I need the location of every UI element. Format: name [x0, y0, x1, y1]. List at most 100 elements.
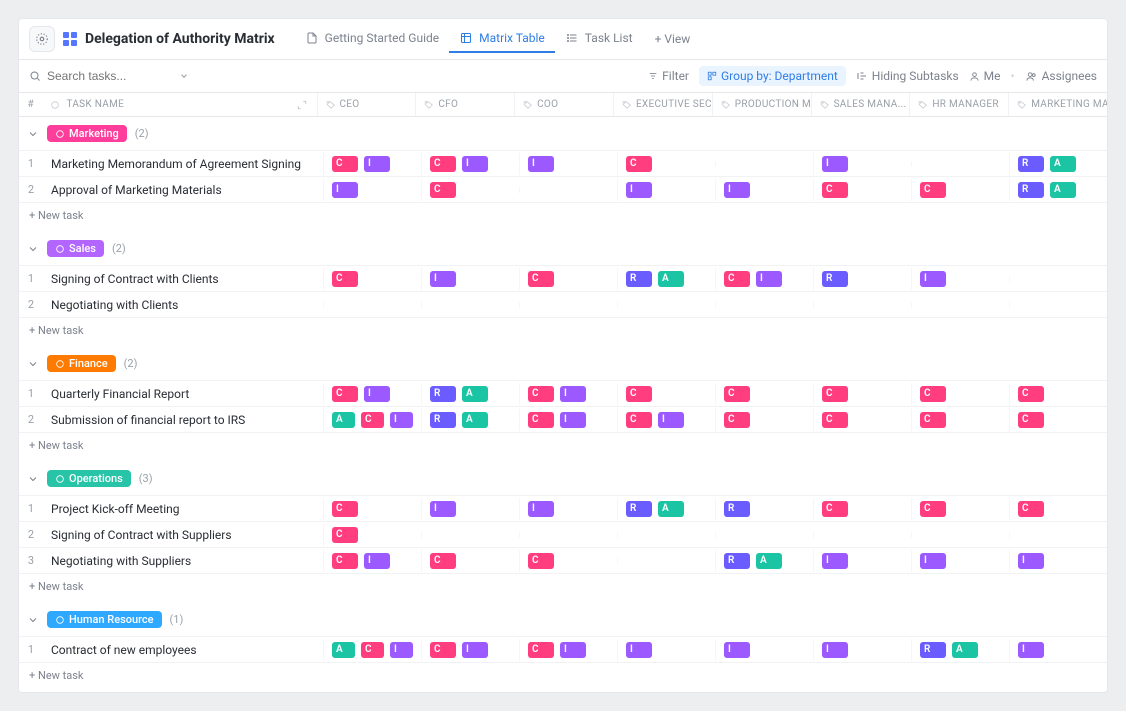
column-task-name[interactable]: TASK NAME	[42, 93, 316, 116]
raci-cell[interactable]: RA	[911, 639, 1009, 661]
task-name-cell[interactable]: Signing of Contract with Suppliers	[43, 524, 323, 546]
tab-getting-started-guide[interactable]: Getting Started Guide	[295, 25, 449, 53]
raci-cell[interactable]: C	[519, 268, 617, 290]
raci-chip-r[interactable]: R	[430, 412, 456, 428]
raci-chip-c[interactable]: C	[430, 642, 456, 658]
raci-chip-r[interactable]: R	[626, 271, 652, 287]
search-box[interactable]	[29, 69, 638, 83]
raci-chip-c[interactable]: C	[822, 182, 848, 198]
group-tag[interactable]: Sales	[47, 240, 104, 257]
raci-cell[interactable]: I	[1009, 550, 1107, 572]
raci-chip-i[interactable]: I	[822, 156, 848, 172]
raci-chip-i[interactable]: I	[390, 642, 413, 658]
raci-chip-a[interactable]: A	[1050, 182, 1076, 198]
raci-chip-c[interactable]: C	[528, 642, 554, 658]
raci-cell[interactable]	[617, 558, 715, 564]
raci-cell[interactable]: I	[715, 179, 813, 201]
raci-chip-a[interactable]: A	[462, 386, 488, 402]
raci-chip-c[interactable]: C	[430, 156, 456, 172]
raci-chip-i[interactable]: I	[920, 271, 946, 287]
raci-cell[interactable]	[519, 532, 617, 538]
raci-chip-i[interactable]: I	[528, 501, 554, 517]
raci-chip-i[interactable]: I	[822, 553, 848, 569]
raci-cell[interactable]: C	[911, 383, 1009, 405]
raci-cell[interactable]: C	[421, 550, 519, 572]
raci-cell[interactable]: I	[519, 153, 617, 175]
raci-chip-c[interactable]: C	[361, 412, 384, 428]
raci-chip-r[interactable]: R	[920, 642, 946, 658]
raci-chip-i[interactable]: I	[626, 182, 652, 198]
raci-chip-a[interactable]: A	[952, 642, 978, 658]
raci-cell[interactable]: CI	[421, 639, 519, 661]
raci-cell[interactable]: RA	[617, 268, 715, 290]
raci-cell[interactable]: ACI	[323, 639, 421, 661]
raci-chip-i[interactable]: I	[626, 642, 652, 658]
raci-chip-c[interactable]: C	[528, 553, 554, 569]
raci-chip-i[interactable]: I	[364, 156, 390, 172]
raci-chip-r[interactable]: R	[822, 271, 848, 287]
raci-chip-c[interactable]: C	[920, 182, 946, 198]
table-row[interactable]: 2Signing of Contract with SuppliersC	[19, 522, 1107, 548]
raci-chip-c[interactable]: C	[920, 501, 946, 517]
raci-cell[interactable]: C	[813, 179, 911, 201]
column-hr-manager[interactable]: HR MANAGER	[909, 93, 1008, 116]
expand-icon[interactable]	[297, 100, 307, 110]
raci-cell[interactable]: C	[813, 498, 911, 520]
task-name-cell[interactable]: Negotiating with Clients	[43, 294, 323, 316]
filter-button[interactable]: Filter	[648, 69, 689, 83]
table-row[interactable]: 1Quarterly Financial ReportCIRACICCCCC	[19, 381, 1107, 407]
raci-chip-c[interactable]: C	[430, 182, 456, 198]
raci-chip-i[interactable]: I	[430, 271, 456, 287]
raci-cell[interactable]	[421, 532, 519, 538]
raci-cell[interactable]: CI	[421, 153, 519, 175]
raci-cell[interactable]: I	[911, 268, 1009, 290]
raci-cell[interactable]: CI	[519, 639, 617, 661]
task-name-cell[interactable]: Submission of financial report to IRS	[43, 409, 323, 431]
raci-chip-c[interactable]: C	[920, 386, 946, 402]
raci-chip-i[interactable]: I	[462, 156, 488, 172]
raci-cell[interactable]: CI	[519, 409, 617, 431]
raci-chip-c[interactable]: C	[822, 501, 848, 517]
raci-cell[interactable]: C	[715, 409, 813, 431]
raci-cell[interactable]: RA	[421, 409, 519, 431]
raci-chip-i[interactable]: I	[390, 412, 413, 428]
raci-chip-r[interactable]: R	[724, 501, 750, 517]
raci-chip-a[interactable]: A	[658, 271, 684, 287]
raci-cell[interactable]: I	[617, 179, 715, 201]
raci-chip-a[interactable]: A	[756, 553, 782, 569]
raci-chip-c[interactable]: C	[822, 412, 848, 428]
task-name-cell[interactable]: Project Kick-off Meeting	[43, 498, 323, 520]
raci-cell[interactable]: C	[911, 179, 1009, 201]
raci-cell[interactable]: C	[1009, 383, 1107, 405]
raci-cell[interactable]: C	[617, 383, 715, 405]
raci-cell[interactable]: RA	[1009, 179, 1107, 201]
raci-chip-c[interactable]: C	[430, 553, 456, 569]
new-task-button[interactable]: + New task	[19, 318, 1107, 347]
group-collapse-icon[interactable]	[27, 128, 39, 140]
raci-cell[interactable]	[421, 302, 519, 308]
column-ceo[interactable]: CEO	[317, 93, 416, 116]
raci-cell[interactable]	[1009, 532, 1107, 538]
raci-cell[interactable]: RA	[421, 383, 519, 405]
raci-cell[interactable]: C	[1009, 409, 1107, 431]
task-name-cell[interactable]: Negotiating with Suppliers	[43, 550, 323, 572]
group-collapse-icon[interactable]	[27, 473, 39, 485]
raci-chip-i[interactable]: I	[724, 642, 750, 658]
raci-chip-r[interactable]: R	[626, 501, 652, 517]
raci-chip-i[interactable]: I	[364, 386, 390, 402]
raci-chip-r[interactable]: R	[1018, 182, 1044, 198]
table-row[interactable]: 1Marketing Memorandum of Agreement Signi…	[19, 151, 1107, 177]
raci-cell[interactable]: RA	[617, 498, 715, 520]
group-collapse-icon[interactable]	[27, 243, 39, 255]
raci-chip-i[interactable]: I	[822, 642, 848, 658]
group-by-button[interactable]: Group by: Department	[699, 66, 846, 86]
raci-cell[interactable]: I	[715, 639, 813, 661]
raci-cell[interactable]: I	[421, 268, 519, 290]
settings-icon[interactable]	[29, 26, 55, 52]
table-row[interactable]: 1Signing of Contract with ClientsCICRACI…	[19, 266, 1107, 292]
raci-cell[interactable]: I	[323, 179, 421, 201]
raci-chip-c[interactable]: C	[1018, 412, 1044, 428]
raci-cell[interactable]: C	[617, 153, 715, 175]
table-row[interactable]: 3Negotiating with SuppliersCICCRAIII	[19, 548, 1107, 574]
raci-chip-a[interactable]: A	[1050, 156, 1076, 172]
